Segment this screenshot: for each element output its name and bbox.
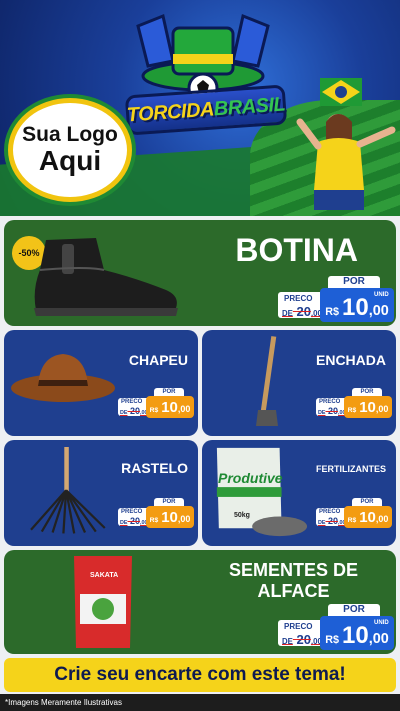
old-price: DE 20,00 [318,406,346,416]
product-name-line1: SEMENTES DE [228,560,358,580]
brand-part1: TORCIDA [126,97,215,127]
brand-part2: BRASIL [213,92,286,120]
footnote: *Imagens Meramente Ilustrativas [0,694,400,711]
hat-icon [11,354,115,402]
logo-placeholder[interactable]: Sua Logo Aqui [8,98,132,202]
price-tag: POR PRECO DE 20,00 R$ 10,00 UNID [278,604,394,650]
price-tag: POR PRECO DE 20,00 R$ 10,00 [316,498,392,528]
hoe-icon [256,336,278,426]
product-name: CHAPEU [128,352,188,368]
seed-packet-icon [74,556,132,648]
por-label: POR [328,276,380,288]
por-label: POR [352,498,382,506]
cta-banner[interactable]: Crie seu encarte com este tema! [4,658,396,692]
product-grid: -50% BOTINA POR PRECO DE 20,00 R$ 10,00 U… [0,216,400,711]
price-tag: POR PRECO DE 20,00 R$ 10,00 UNID [278,276,394,322]
new-price: R$ 10,00 [146,396,194,418]
old-price: DE 20,00 [120,516,148,526]
product-name: FERTILIZANTES [316,464,386,474]
unit-label: UNID [374,620,389,626]
preco-label: PRECO [319,509,341,515]
logo-line2: Aqui [38,145,102,177]
old-price: DE 20,00 [282,304,322,319]
unit-label: UNID [374,292,389,298]
product-card-enchada[interactable]: ENCHADA POR PRECO DE 20,00 R$ 10,00 [202,330,396,436]
price-tag: POR PRECO DE 20,00 R$ 10,00 [118,388,194,418]
product-name: RASTELO [121,460,188,476]
new-price: R$ 10,00 [146,506,194,528]
product-name: ENCHADA [316,352,386,368]
preco-label: PRECO [121,399,143,405]
por-label: POR [352,388,382,396]
product-name: BOTINA [235,232,358,268]
preco-label: PRECO [284,294,313,303]
product-card-fertilizantes[interactable]: Produtive 50kg FERTILIZANTES POR PRECO D… [202,440,396,546]
product-card-botina[interactable]: -50% BOTINA POR PRECO DE 20,00 R$ 10,00 U… [4,220,396,326]
bag-brand: Produtive [218,470,283,486]
new-price: R$ 10,00 [344,506,392,528]
packet-brand: SAKATA [90,572,119,579]
old-price: DE 20,00 [318,516,346,526]
product-card-rastelo[interactable]: RASTELO POR PRECO DE 20,00 R$ 10,00 [4,440,198,546]
product-name: SEMENTES DE ALFACE [229,560,358,602]
old-price: DE 20,00 [120,406,148,416]
por-label: POR [154,498,184,506]
preco-label: PRECO [121,509,143,515]
fertilizer-bag-icon [216,447,308,537]
price-tag: POR PRECO DE 20,00 R$ 10,00 [118,498,194,528]
product-name-line2: ALFACE [257,581,330,601]
logo-line1: Sua Logo [22,123,118,147]
bag-weight: 50kg [234,512,250,519]
boot-icon [34,238,178,316]
price-tag: POR PRECO DE 20,00 R$ 10,00 [316,388,392,418]
product-card-chapeu[interactable]: CHAPEU POR PRECO DE 20,00 R$ 10,00 [4,330,198,436]
product-card-sementes[interactable]: SAKATA SEMENTES DE ALFACE POR PRECO DE 2… [4,550,396,654]
old-price: DE 20,00 [282,632,322,647]
cta-text: Crie seu encarte com este tema! [54,664,346,685]
fan-woman-icon [296,78,396,210]
hero-header: TORCIDA BRASIL Sua Logo Aqui [0,0,400,216]
por-label: POR [154,388,184,396]
preco-label: PRECO [319,399,341,405]
preco-label: PRECO [284,622,313,631]
rake-icon [30,447,106,534]
new-price: R$ 10,00 [344,396,392,418]
por-label: POR [328,604,380,616]
